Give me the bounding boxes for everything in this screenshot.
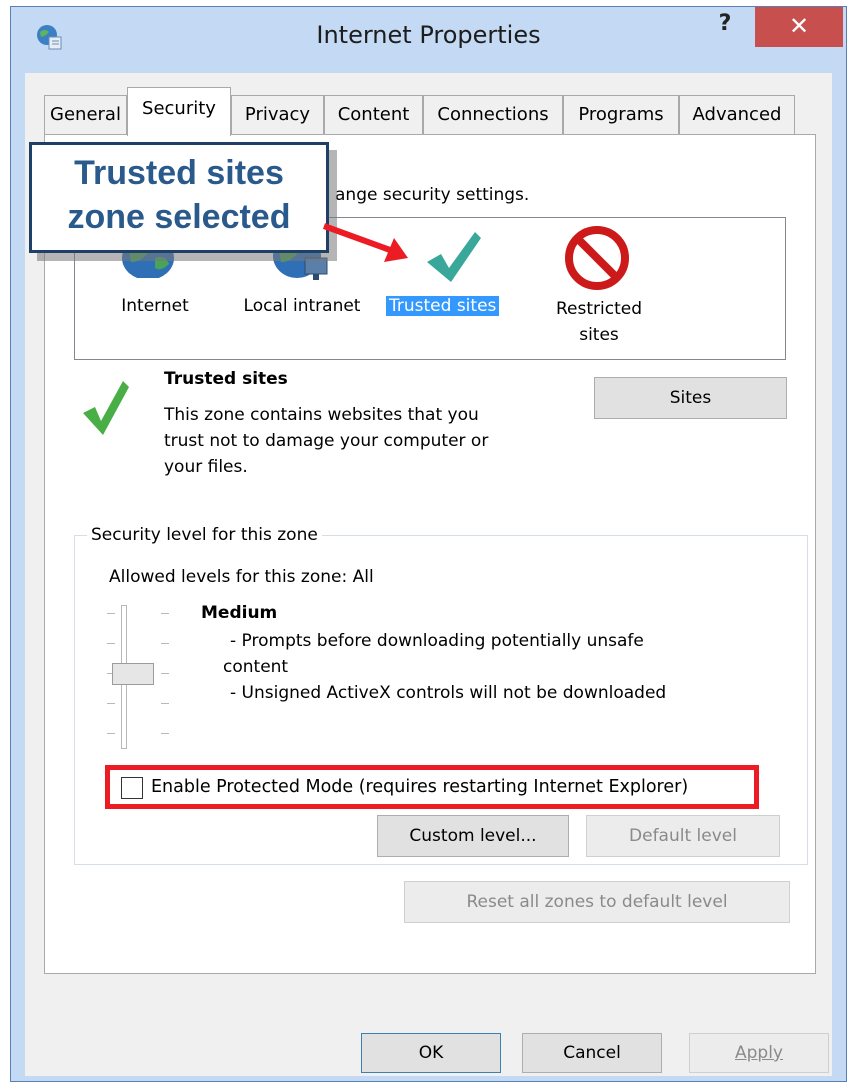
- tab-general[interactable]: General: [44, 95, 127, 135]
- slider-tick: [161, 643, 169, 644]
- no-entry-icon: [565, 226, 629, 290]
- zone-restricted-sites[interactable]: Restricted sites: [551, 296, 647, 348]
- tab-advanced[interactable]: Advanced: [679, 95, 795, 135]
- slider-tick: [161, 703, 169, 704]
- ok-button[interactable]: OK: [361, 1033, 501, 1073]
- tab-content[interactable]: Content: [324, 95, 423, 135]
- annotation-callout: Trusted sites zone selected: [29, 142, 329, 253]
- tab-security[interactable]: Security: [127, 87, 231, 136]
- slider-tick: [161, 733, 169, 734]
- slider-tick: [107, 613, 115, 614]
- title-bar: Internet Properties ? ✕: [11, 7, 846, 75]
- apply-button: Apply: [689, 1033, 829, 1073]
- protected-mode-label[interactable]: Enable Protected Mode (requires restarti…: [151, 777, 688, 797]
- level-name: Medium: [201, 603, 278, 623]
- zone-description-line-3: your files.: [164, 457, 248, 477]
- zone-title: Trusted sites: [164, 369, 288, 389]
- level-desc-line-3: - Unsigned ActiveX controls will not be …: [230, 683, 667, 703]
- slider-tick: [107, 703, 115, 704]
- level-desc-line-1: - Prompts before downloading potentially…: [230, 631, 644, 651]
- zone-instruction-text: ange security settings.: [335, 185, 530, 205]
- slider-tick: [161, 613, 169, 614]
- cancel-button[interactable]: Cancel: [522, 1033, 662, 1073]
- trusted-zone-checkmark-icon: [83, 381, 129, 435]
- tab-connections[interactable]: Connections: [423, 95, 563, 135]
- allowed-levels-text: Allowed levels for this zone: All: [109, 567, 374, 587]
- custom-level-button[interactable]: Custom level...: [377, 815, 569, 857]
- level-desc-line-2: content: [223, 657, 289, 677]
- zone-description-line-2: trust not to damage your computer or: [164, 431, 489, 451]
- callout-arrow-icon: [322, 223, 408, 262]
- slider-tick: [161, 673, 169, 674]
- zone-description-line-1: This zone contains websites that you: [164, 405, 479, 425]
- help-button[interactable]: ?: [695, 7, 755, 47]
- zone-internet[interactable]: Internet: [111, 296, 199, 316]
- security-level-slider-thumb[interactable]: [112, 663, 154, 685]
- slider-tick: [107, 643, 115, 644]
- checkmark-icon: [427, 232, 481, 282]
- close-button[interactable]: ✕: [755, 7, 843, 47]
- callout-text: Trusted sites zone selected: [32, 151, 326, 239]
- reset-all-zones-button: Reset all zones to default level: [404, 881, 790, 923]
- zone-trusted-sites[interactable]: Trusted sites: [386, 296, 500, 316]
- protected-mode-checkbox[interactable]: [121, 777, 143, 799]
- sites-button[interactable]: Sites: [594, 377, 787, 419]
- tab-privacy[interactable]: Privacy: [231, 95, 324, 135]
- tab-programs[interactable]: Programs: [563, 95, 679, 135]
- slider-tick: [107, 733, 115, 734]
- callout-line-2: zone selected: [67, 198, 291, 236]
- default-level-button: Default level: [586, 815, 780, 857]
- callout-line-1: Trusted sites: [74, 154, 284, 192]
- security-level-group-title: Security level for this zone: [87, 525, 322, 545]
- zone-local-intranet[interactable]: Local intranet: [235, 296, 369, 316]
